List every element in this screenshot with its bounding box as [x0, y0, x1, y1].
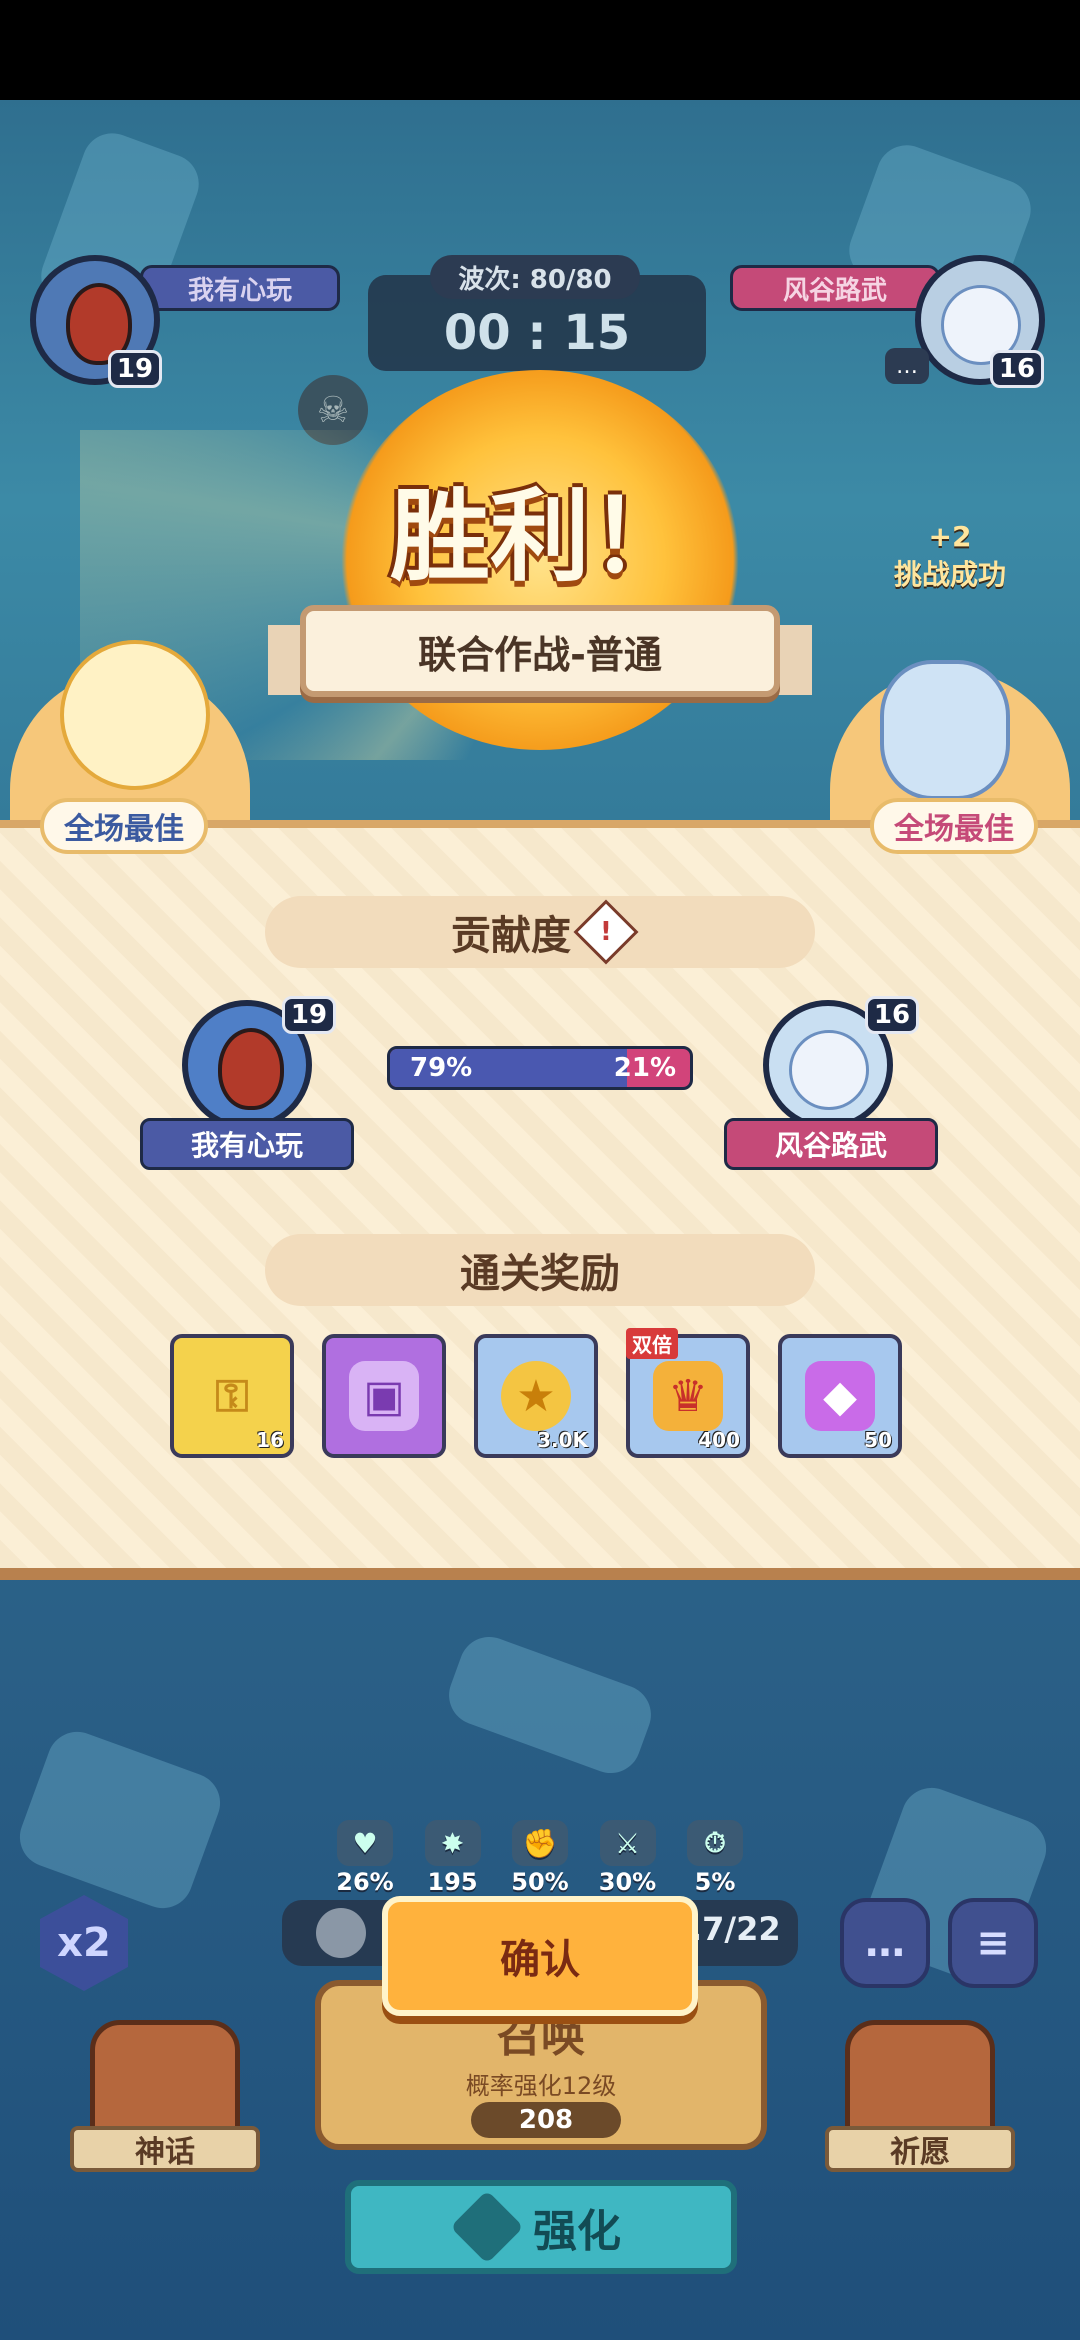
key-icon: ⚿: [215, 1370, 249, 1422]
reward-item[interactable]: ⚿ 16: [170, 1334, 294, 1458]
contrib-level-left: 19: [282, 996, 336, 1034]
stat-item: ✊ 50%: [505, 1820, 575, 1896]
summon-cost: 208: [471, 2102, 621, 2138]
angel-hero-icon: [60, 640, 210, 790]
reward-item[interactable]: ▣: [322, 1334, 446, 1458]
upgrade-button[interactable]: 强化: [345, 2180, 737, 2274]
reward-list: ⚿ 16 ▣ ★ 3.0K 双倍 ♛ 400 ◆ 50: [170, 1328, 910, 1460]
contrib-name-left: 我有心玩: [140, 1118, 354, 1170]
stat-item: ⚔ 30%: [593, 1820, 663, 1896]
coin-icon: ★: [501, 1361, 571, 1431]
trophy-icon: ♛: [653, 1361, 723, 1431]
menu-button[interactable]: ≡: [948, 1898, 1038, 1988]
stat-item: ♥ 26%: [330, 1820, 400, 1896]
silver-coin-icon: [316, 1908, 366, 1958]
stat-row: ♥ 26% ✸ 195 ✊ 50% ⚔ 30% ⏱ 5%: [330, 1820, 750, 1896]
egg-icon: [218, 1028, 284, 1110]
unit-count: .7/22: [690, 1910, 781, 1948]
player-name-right: 风谷路武: [730, 265, 940, 311]
reward-qty: 3.0K: [537, 1428, 588, 1452]
heart-icon: ♥: [337, 1820, 393, 1866]
stat-value: 26%: [336, 1868, 394, 1896]
sword-icon: ⚔: [599, 1820, 656, 1866]
chat-bubble-icon[interactable]: …: [885, 348, 929, 384]
reward-qty: 16: [256, 1428, 284, 1452]
player-level-left: 19: [108, 350, 162, 388]
upgrade-icon: [450, 2190, 524, 2264]
summon-subtitle: 概率强化12级: [465, 2072, 617, 2100]
rewards-header: 通关奖励: [265, 1234, 815, 1306]
contribution-header: 贡献度 !: [265, 896, 815, 968]
speed-icon: ⏱: [687, 1820, 743, 1866]
stat-value: 50%: [511, 1868, 569, 1896]
contribution-bar: 79% 21%: [387, 1046, 693, 1090]
chat-button[interactable]: …: [840, 1898, 930, 1988]
victory-title: 胜利！: [390, 478, 690, 595]
myth-label[interactable]: 神话: [70, 2126, 260, 2172]
mvp-badge-right: 全场最佳: [870, 798, 1038, 854]
upgrade-label: 强化: [533, 2206, 621, 2257]
contribution-percent-right: 21%: [613, 1053, 676, 1083]
contribution-title: 贡献度: [451, 913, 571, 959]
reward-item[interactable]: 双倍 ♛ 400: [626, 1328, 750, 1458]
fist-icon: ✊: [512, 1820, 568, 1866]
wish-label[interactable]: 祈愿: [825, 2126, 1015, 2172]
stat-item: ⏱ 5%: [680, 1820, 750, 1896]
stat-value: 30%: [598, 1868, 657, 1896]
challenge-text: 挑战成功: [893, 558, 1006, 591]
chest-icon: ▣: [349, 1361, 419, 1431]
battle-mode-ribbon: 联合作战-普通: [300, 605, 780, 697]
confirm-button[interactable]: 确认: [382, 1896, 698, 2016]
crystal-icon: ◆: [805, 1361, 875, 1431]
player-level-right: 16: [990, 350, 1044, 388]
reward-qty: 50: [864, 1428, 892, 1452]
contrib-name-right: 风谷路武: [724, 1118, 938, 1170]
reward-item[interactable]: ★ 3.0K: [474, 1334, 598, 1458]
stat-value: 195: [427, 1868, 478, 1896]
reward-item[interactable]: ◆ 50: [778, 1334, 902, 1458]
challenge-success: +2 挑战成功: [880, 520, 1020, 593]
challenge-bonus: +2: [928, 520, 972, 553]
mvp-badge-left: 全场最佳: [40, 798, 208, 854]
stat-item: ✸ 195: [418, 1820, 488, 1896]
player-name-left: 我有心玩: [140, 265, 340, 311]
crit-icon: ✸: [424, 1820, 481, 1866]
hero-face-icon: [789, 1030, 869, 1110]
status-bar: [0, 0, 1080, 100]
contrib-level-right: 16: [865, 996, 919, 1034]
wave-counter: 波次: 80/80: [430, 255, 640, 299]
double-tag: 双倍: [626, 1328, 678, 1359]
ice-hero-icon: [880, 660, 1010, 800]
contribution-percent-left: 79%: [410, 1053, 473, 1083]
info-icon[interactable]: !: [573, 899, 639, 965]
stat-value: 5%: [694, 1868, 736, 1896]
reward-qty: 400: [698, 1428, 740, 1452]
